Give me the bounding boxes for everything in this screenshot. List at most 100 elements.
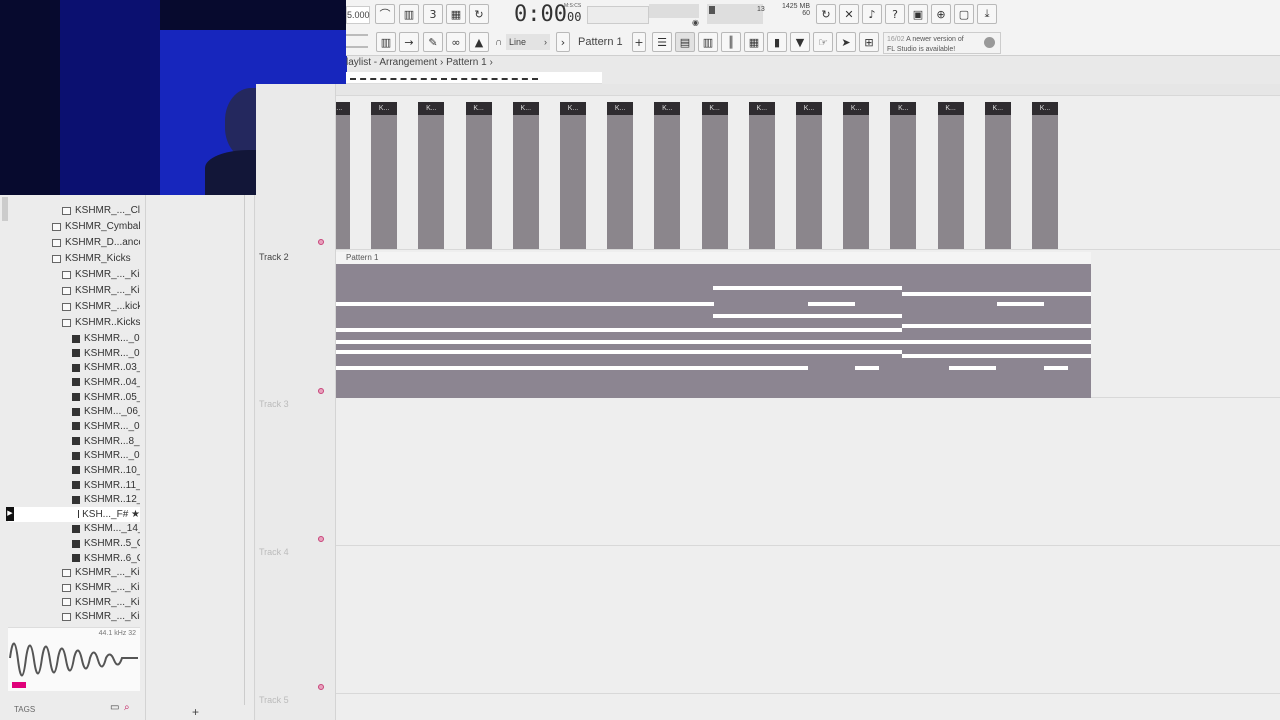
pattern-clip-header[interactable]: Pattern 1 [336, 252, 1091, 264]
microphone-icon[interactable]: ♪ [862, 4, 882, 24]
kick-clip[interactable]: K... [607, 102, 634, 249]
stamp-icon[interactable]: ▲ [469, 32, 489, 52]
download-icon[interactable]: ⤓ [977, 4, 997, 24]
timeline-ruler[interactable] [346, 72, 602, 84]
browser-item[interactable]: KSHMR..12_F# [72, 492, 140, 507]
browser-item[interactable]: KSHMR_..._Kicks [62, 283, 140, 298]
breadcrumb-window[interactable]: laylist - Arrangement [346, 57, 437, 68]
kick-clip[interactable]: K... [336, 102, 350, 249]
kick-clip[interactable]: K... [1032, 102, 1058, 249]
add-pattern-icon[interactable]: + [632, 32, 646, 52]
magnet-icon[interactable]: ∩ [495, 37, 502, 48]
playlist-icon[interactable]: ☰ [652, 32, 672, 52]
kick-clip[interactable]: K... [937, 102, 964, 249]
step-edit-icon[interactable]: ▦ [446, 4, 466, 24]
track-4-mute-dot[interactable] [318, 684, 324, 690]
kick-clip[interactable]: K... [560, 102, 586, 249]
pattern-selector[interactable]: Pattern 1 [578, 32, 630, 52]
arrow-icon[interactable]: → [399, 32, 419, 52]
track-1-mute-dot[interactable] [318, 239, 324, 245]
kick-clip[interactable]: K... [796, 102, 822, 249]
browser-item[interactable]: KSHMR..04_A# [72, 375, 140, 390]
track-label[interactable]: Track 3 [259, 399, 289, 409]
browser-item[interactable]: KSHMR...8_D# [72, 434, 140, 449]
browser-item[interactable]: KSHMR_...kicks [62, 299, 140, 314]
track-label[interactable]: Track 4 [259, 547, 289, 557]
browser-item[interactable]: KSHMR_..._Claps [62, 203, 140, 218]
breadcrumb-pattern[interactable]: Pattern 1 [446, 57, 487, 68]
piano-roll-icon[interactable]: ▥ [376, 32, 396, 52]
browser-item[interactable]: KSHMR..._07_C [72, 419, 140, 434]
metronome-icon[interactable]: ⌒ [375, 4, 395, 24]
bar-ruler[interactable] [336, 84, 1280, 96]
browser-item[interactable]: KSHMR..6_G# [72, 551, 140, 566]
link-icon[interactable]: ∞ [446, 32, 466, 52]
waveform-preview[interactable]: 44.1 kHz 32 [8, 627, 140, 691]
browser-item[interactable]: KSHMR..._01_A [72, 331, 140, 346]
kick-clip[interactable]: K... [843, 102, 870, 249]
browser-item[interactable]: KSHMR..5_G# [72, 536, 140, 551]
kick-clip[interactable]: K... [371, 102, 398, 249]
loop-record-icon[interactable]: ↻ [469, 4, 489, 24]
send-icon[interactable]: ➤ [836, 32, 856, 52]
channel-icon[interactable]: ║ [721, 32, 741, 52]
chat-icon[interactable]: ▢ [954, 4, 974, 24]
browser-item[interactable]: KSHMR_..._Kicks [62, 580, 140, 595]
browser-item[interactable]: KSHMR_..._Kicks [62, 595, 140, 610]
browser-item[interactable]: KSHMR..Kicks [62, 315, 140, 330]
pattern-prev-icon[interactable]: › [556, 32, 570, 52]
browser-item[interactable]: KSHMR_D...ancers [52, 235, 140, 250]
countdown-icon[interactable]: 3 [423, 4, 443, 24]
globe-icon[interactable] [984, 37, 995, 48]
track-2-mute-dot[interactable] [318, 388, 324, 394]
browser-item[interactable]: KSHMR_Cymbals [52, 219, 140, 234]
kick-clip[interactable]: K... [890, 102, 917, 249]
plugin-icon[interactable]: ⊕ [931, 4, 951, 24]
save-icon[interactable]: ▣ [908, 4, 928, 24]
track-label[interactable]: Track 5 [259, 695, 289, 705]
search-icon[interactable]: ⌕ [124, 702, 130, 713]
kick-clip[interactable]: K... [984, 102, 1011, 249]
plugin-picker-icon[interactable]: ▼ [790, 32, 810, 52]
kick-clip[interactable]: K... [465, 102, 492, 249]
browser-item[interactable]: KSHMR..05_A# [72, 390, 140, 405]
channel-rack-icon[interactable]: ▤ [675, 32, 695, 52]
kick-clip[interactable]: K... [512, 102, 539, 249]
help-button[interactable]: ? [885, 4, 905, 24]
browser-item[interactable]: KSHMR_..._Kicks [62, 565, 140, 580]
tempo-display[interactable]: 5.000 [346, 6, 370, 24]
browser-item[interactable]: KSHMR_Kicks [52, 251, 131, 266]
patterns-icon[interactable]: ▦ [744, 32, 764, 52]
playlist-grid[interactable]: K... K... K... K... K... K... K... K... K... K...… [336, 84, 1280, 720]
snap-selector[interactable]: Line › [506, 34, 550, 50]
kick-clip[interactable]: K... [654, 102, 681, 249]
browser-item[interactable]: KSHMR..11_F# [72, 478, 140, 493]
pattern-clip[interactable] [336, 264, 1091, 398]
browser-item[interactable]: KSH..._F# ★ [8, 506, 140, 522]
browser-scrollbar[interactable] [244, 195, 250, 705]
track-label[interactable]: Track 2 [259, 252, 289, 262]
browser-item[interactable]: KSHM..._14_G [72, 521, 140, 536]
browser-item[interactable]: KSHMR_..._Kicks [62, 267, 140, 282]
browser-item[interactable]: KSHM..._06_B [72, 404, 140, 419]
kick-clip[interactable]: K... [748, 102, 775, 249]
browser-item[interactable]: KSHMR_..._Kicks [62, 609, 140, 624]
kick-clip[interactable]: K... [701, 102, 728, 249]
browser-item[interactable]: KSHMR..03_A# [72, 360, 140, 375]
folder-icon[interactable]: ▭ [110, 702, 119, 713]
master-volume[interactable] [649, 4, 699, 18]
track-3-mute-dot[interactable] [318, 536, 324, 542]
mixer-icon[interactable]: ▥ [698, 32, 718, 52]
play-preview-icon[interactable]: ▶ [6, 507, 14, 521]
pencil-icon[interactable]: ✎ [423, 32, 443, 52]
kick-clip[interactable]: K... [418, 102, 445, 249]
tags-label[interactable]: TAGS [14, 705, 35, 714]
tools-icon[interactable]: ✕ [839, 4, 859, 24]
wait-input-icon[interactable]: ▥ [399, 4, 419, 24]
touch-icon[interactable]: ☞ [813, 32, 833, 52]
refresh-icon[interactable]: ↻ [816, 4, 836, 24]
browser-item[interactable]: KSHMR..._02_A [72, 346, 140, 361]
cart-icon[interactable]: ⊞ [859, 32, 879, 52]
add-icon[interactable]: + [192, 705, 199, 719]
browser-item[interactable]: KSHMR..._09_F [72, 448, 140, 463]
